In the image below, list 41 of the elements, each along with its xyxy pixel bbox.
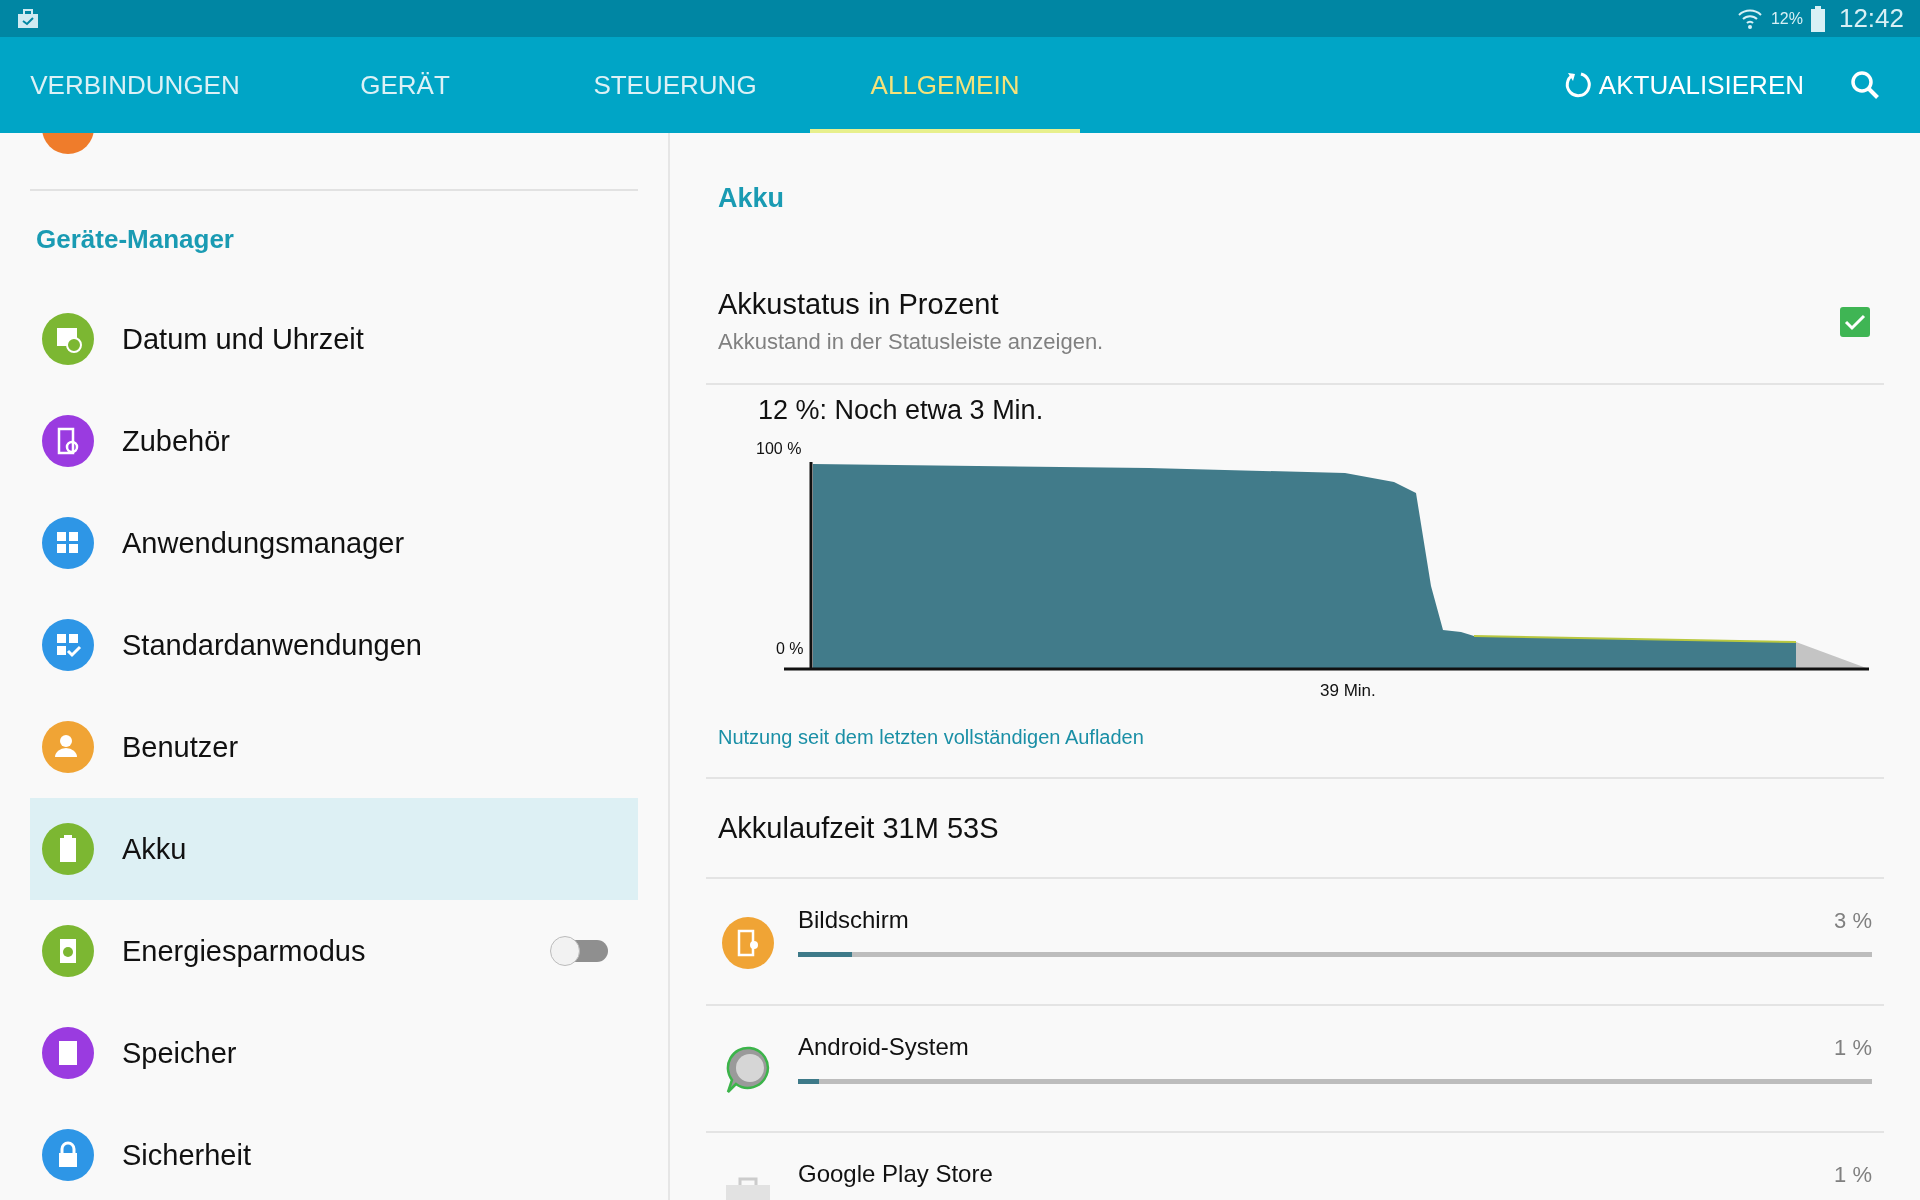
axis-label: 39 Min. (1320, 681, 1376, 701)
menu-item-label: Energiesparmodus (122, 934, 367, 968)
battery-percent: 12% (1770, 9, 1803, 28)
screen-icon (722, 917, 774, 969)
menu-item-label: Zubehör (122, 424, 231, 458)
menu-item[interactable]: Benutzer (30, 696, 638, 798)
battery-runtime: Akkulaufzeit 31M 53S (706, 779, 1884, 879)
setting-title: Akkustatus in Prozent (718, 288, 1000, 321)
app-name: Google Play Store (798, 1159, 993, 1189)
section-title: Akku (717, 182, 786, 215)
clock-time: 12:42 (1838, 3, 1904, 34)
axis-label: 0 % (776, 640, 804, 658)
app-name: Bildschirm (798, 905, 909, 935)
usage-percent: 3 % (1834, 907, 1872, 935)
checkbox[interactable] (1840, 306, 1870, 337)
menu-item[interactable]: Datum und Uhrzeit (30, 288, 638, 390)
setting-description: Akkustand in der Statusleiste anzeigen. (718, 329, 1105, 355)
battery-icon (1810, 5, 1825, 32)
menu-item-label: Benutzer (122, 730, 240, 764)
menu-item[interactable]: Energiesparmodus (30, 900, 638, 1002)
menu-item-label: Speicher (122, 1036, 238, 1070)
usage-link[interactable]: Nutzung seit dem letzten vollständigen Aufladen (718, 726, 1144, 749)
battery-estimate: 12 %: Noch etwa 3 Min. (757, 394, 1045, 426)
menu-item-label: Sicherheit (122, 1138, 252, 1172)
menu-item-label: Akku (122, 832, 188, 866)
menu-item[interactable]: Sicherheit (30, 1104, 638, 1200)
section-title: Geräte-Manager (35, 223, 235, 256)
usage-percent: 1 % (1834, 1034, 1872, 1062)
menu-item-label: Datum und Uhrzeit (122, 322, 365, 356)
menu-item[interactable]: Zubehör (30, 390, 638, 492)
notification-icon (16, 7, 40, 30)
menu-item[interactable]: Speicher (30, 1002, 638, 1104)
app-name: Android-System (798, 1032, 969, 1062)
search-icon[interactable] (1850, 70, 1880, 100)
menu-item[interactable]: Standardanwendungen (30, 594, 638, 696)
menu-item-label: Anwendungsmanager (122, 526, 406, 560)
usage-percent: 1 % (1834, 1161, 1872, 1189)
menu-item[interactable]: Anwendungsmanager (30, 492, 638, 594)
menu-item[interactable]: Akku (30, 798, 638, 900)
menu-item-label: Standardanwendungen (122, 628, 423, 662)
axis-label: 100 % (756, 440, 802, 458)
